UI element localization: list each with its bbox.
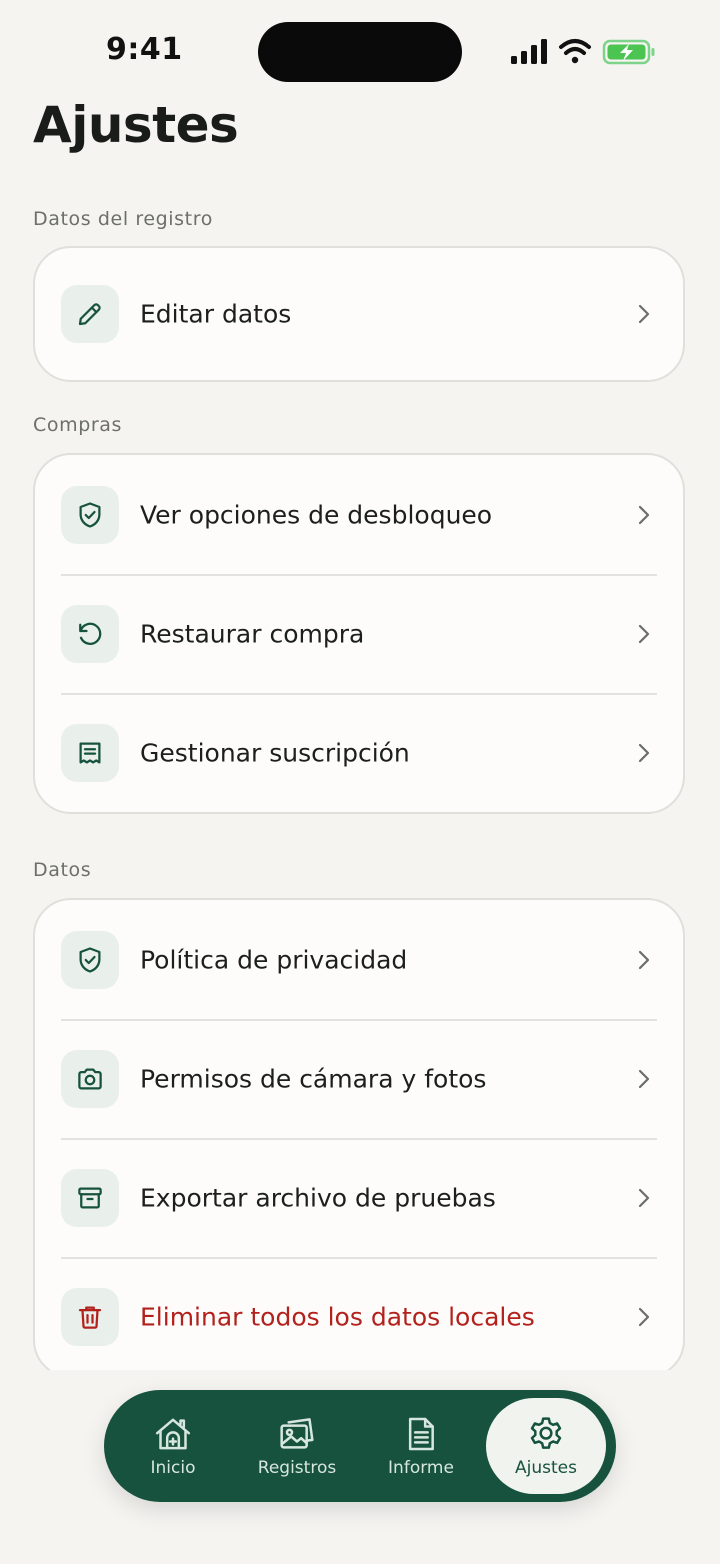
dynamic-island <box>258 22 462 82</box>
shield-check-icon <box>61 485 119 544</box>
pencil-icon <box>61 285 119 343</box>
tab-label: Informe <box>388 1458 454 1478</box>
receipt-icon <box>61 723 119 782</box>
row-label: Permisos de cámara y fotos <box>140 1064 487 1093</box>
tab-registros[interactable]: Registros <box>237 1398 357 1494</box>
settings-row-permisos-camara[interactable]: Permisos de cámara y fotos <box>35 1019 683 1138</box>
settings-row-ver-opciones[interactable]: Ver opciones de desbloqueo <box>35 455 683 574</box>
row-label: Exportar archivo de pruebas <box>140 1183 496 1212</box>
chevron-right-icon <box>638 624 650 643</box>
battery-charging-icon <box>602 39 655 65</box>
tab-label: Ajustes <box>515 1458 577 1478</box>
card-datos: Política de privacidad Permisos de cámar… <box>33 898 685 1378</box>
chevron-right-icon <box>638 743 650 762</box>
section-label-datos-registro: Datos del registro <box>33 208 213 230</box>
row-label: Gestionar suscripción <box>140 738 410 767</box>
tab-inicio[interactable]: Inicio <box>113 1398 233 1494</box>
tab-informe[interactable]: Informe <box>361 1398 481 1494</box>
settings-row-editar-datos[interactable]: Editar datos <box>35 248 683 380</box>
status-bar: 9:41 <box>0 0 720 100</box>
settings-row-gestionar-suscripcion[interactable]: Gestionar suscripción <box>35 693 683 812</box>
chevron-right-icon <box>638 1188 650 1207</box>
cellular-signal-icon <box>511 39 547 64</box>
card-compras: Ver opciones de desbloqueo Restaurar com… <box>33 453 685 814</box>
chevron-right-icon <box>638 304 650 324</box>
row-label: Ver opciones de desbloqueo <box>140 500 493 529</box>
photos-icon <box>280 1418 314 1449</box>
status-time: 9:41 <box>106 32 183 67</box>
row-label-danger: Eliminar todos los datos locales <box>140 1302 535 1331</box>
page-title: Ajustes <box>33 96 239 154</box>
wifi-icon <box>559 39 591 64</box>
chevron-right-icon <box>638 505 650 524</box>
card-datos-registro: Editar datos <box>33 246 685 382</box>
section-label-compras: Compras <box>33 414 123 436</box>
camera-icon <box>61 1049 119 1108</box>
tab-label: Registros <box>257 1458 337 1478</box>
document-icon <box>408 1417 434 1451</box>
tab-ajustes[interactable]: Ajustes <box>486 1398 606 1494</box>
trash-icon <box>61 1287 119 1346</box>
status-icons <box>511 39 655 65</box>
settings-row-eliminar-datos[interactable]: Eliminar todos los datos locales <box>35 1257 683 1376</box>
settings-row-exportar-archivo[interactable]: Exportar archivo de pruebas <box>35 1138 683 1257</box>
row-label: Editar datos <box>140 299 292 329</box>
restore-icon <box>61 604 119 663</box>
chevron-right-icon <box>638 1069 650 1088</box>
chevron-right-icon <box>638 1307 650 1326</box>
row-label: Política de privacidad <box>140 945 408 974</box>
tab-bar: Inicio Registros Informe Ajustes <box>104 1390 616 1502</box>
home-icon <box>155 1418 191 1450</box>
shield-check-icon <box>61 930 119 989</box>
row-label: Restaurar compra <box>140 619 365 648</box>
gear-icon <box>530 1417 562 1449</box>
chevron-right-icon <box>638 950 650 969</box>
tab-label: Inicio <box>150 1458 196 1478</box>
settings-row-restaurar-compra[interactable]: Restaurar compra <box>35 574 683 693</box>
archive-icon <box>61 1168 119 1227</box>
section-label-datos: Datos <box>33 859 92 881</box>
settings-row-politica-privacidad[interactable]: Política de privacidad <box>35 900 683 1019</box>
